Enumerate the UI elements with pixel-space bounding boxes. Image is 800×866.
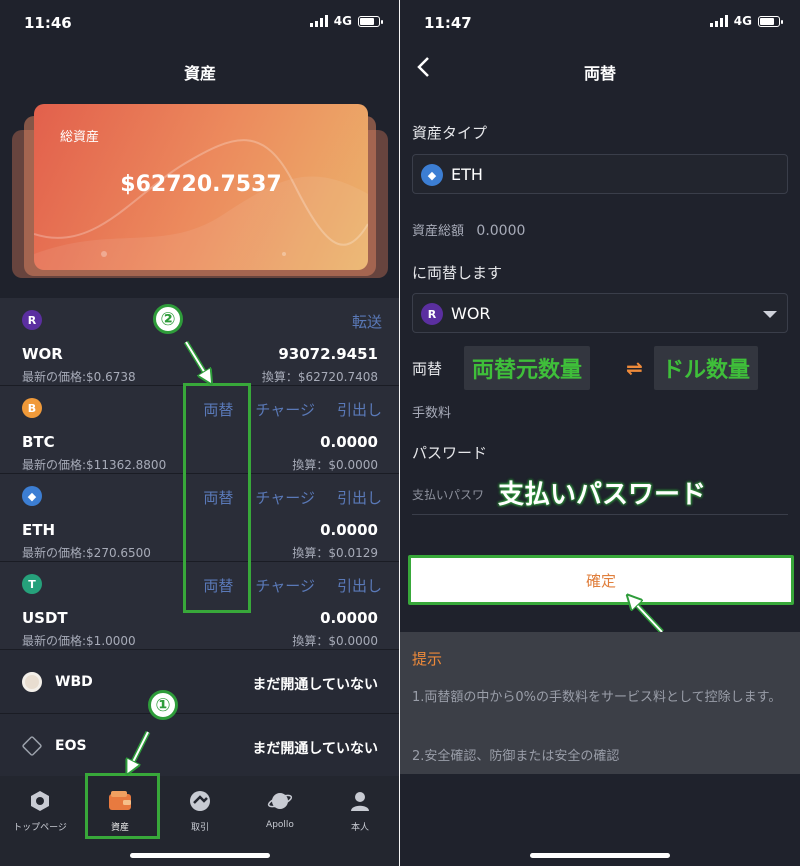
deposit-button[interactable]: チャージ bbox=[255, 399, 315, 420]
asset-total-label: 資産総額 bbox=[412, 224, 465, 239]
tab-apollo[interactable]: Apollo bbox=[240, 788, 320, 830]
coin-row-wbd[interactable]: WBD まだ開通していない bbox=[0, 650, 400, 714]
assets-screen: 11:46 4G 資産 総資産 $62720.7537 R 転送 WOR 930… bbox=[0, 0, 400, 866]
eth-coin-icon: ◆ bbox=[22, 486, 42, 506]
status-time: 11:47 bbox=[424, 14, 472, 32]
exchange-icon bbox=[187, 788, 213, 814]
bottom-tab-bar: トップページ 資産 取引 Apollo 本人 bbox=[0, 776, 400, 866]
dollar-quantity-input[interactable]: ドル数量 bbox=[654, 346, 759, 390]
step-2-badge: ② bbox=[153, 304, 183, 334]
coin-amount: 93072.9451 bbox=[278, 345, 378, 363]
network-type: 4G bbox=[333, 14, 352, 28]
hint-text-2: 2.安全確認、防御または安全の確認 bbox=[412, 749, 620, 764]
eth-coin-icon: ◆ bbox=[421, 164, 443, 186]
asset-type-value: ETH bbox=[451, 165, 483, 184]
battery-icon bbox=[758, 15, 783, 27]
coin-amount: 0.0000 bbox=[320, 609, 378, 627]
battery-icon bbox=[358, 15, 383, 27]
exchange-screen: 11:47 4G 両替 資産タイプ ◆ ETH 資産総額 0.0000 に両替し… bbox=[400, 0, 800, 866]
tab-label: Apollo bbox=[266, 820, 294, 830]
total-assets-label: 総資産 bbox=[60, 130, 100, 145]
coin-amount: 0.0000 bbox=[320, 433, 378, 451]
password-input[interactable]: 支払いパスワ bbox=[412, 486, 484, 503]
asset-total: 資産総額 0.0000 bbox=[412, 220, 525, 239]
usdt-coin-icon: T bbox=[22, 574, 42, 594]
tab-label: トップページ bbox=[13, 823, 67, 833]
coin-row-eos[interactable]: EOS まだ開通していない bbox=[0, 714, 400, 778]
wor-coin-icon: R bbox=[22, 310, 42, 330]
coin-price: 最新の価格:$270.6500 bbox=[22, 546, 151, 560]
home-indicator bbox=[130, 853, 270, 858]
coin-amount: 0.0000 bbox=[320, 521, 378, 539]
assets-tab-highlight bbox=[85, 773, 160, 839]
btc-coin-icon: B bbox=[22, 398, 42, 418]
coin-symbol: ETH bbox=[22, 521, 56, 539]
coin-symbol: USDT bbox=[22, 609, 68, 627]
withdraw-button[interactable]: 引出し bbox=[337, 399, 382, 420]
transfer-button[interactable]: 転送 bbox=[352, 311, 382, 332]
home-indicator bbox=[530, 853, 670, 858]
withdraw-button[interactable]: 引出し bbox=[337, 575, 382, 596]
signal-icon bbox=[309, 15, 328, 27]
confirm-button[interactable]: 確定 bbox=[408, 555, 794, 605]
exchange-amount-label: 両替 bbox=[412, 360, 443, 378]
fee-label: 手数料 bbox=[412, 406, 452, 421]
asset-total-value: 0.0000 bbox=[476, 223, 526, 239]
coin-price: 最新の価格:$11362.8800 bbox=[22, 458, 167, 472]
coin-symbol: WBD bbox=[55, 674, 93, 690]
convert-to-label: に両替します bbox=[412, 264, 503, 282]
coin-conversion: 換算：$0.0000 bbox=[292, 634, 378, 648]
eos-coin-icon bbox=[21, 735, 43, 757]
tab-home[interactable]: トップページ bbox=[0, 788, 80, 833]
password-label: パスワード bbox=[412, 444, 488, 462]
deposit-button[interactable]: チャージ bbox=[255, 575, 315, 596]
tab-label: 本人 bbox=[350, 823, 369, 833]
source-quantity-input[interactable]: 両替元数量 bbox=[464, 346, 591, 390]
status-bar: 11:47 4G bbox=[400, 0, 800, 44]
network-type: 4G bbox=[733, 14, 752, 28]
convert-to-select[interactable]: R WOR bbox=[412, 293, 788, 333]
coin-price: 最新の価格:$1.0000 bbox=[22, 634, 136, 648]
coin-row-wor[interactable]: R 転送 WOR 93072.9451 最新の価格:$0.6738 換算：$62… bbox=[0, 298, 400, 386]
password-annotation: 支払いパスワード bbox=[498, 480, 707, 510]
coin-conversion: 換算：$62720.7408 bbox=[261, 370, 378, 384]
coin-conversion: 換算：$0.0000 bbox=[292, 458, 378, 472]
total-assets-card[interactable]: 総資産 $62720.7537 bbox=[12, 104, 388, 286]
asset-type-select[interactable]: ◆ ETH bbox=[412, 154, 788, 194]
coin-symbol: EOS bbox=[55, 738, 87, 754]
page-title: 両替 bbox=[583, 64, 616, 83]
tab-label: 取引 bbox=[190, 823, 209, 833]
total-assets-value: $62720.7537 bbox=[120, 172, 282, 197]
signal-icon bbox=[709, 15, 728, 27]
coin-status: まだ開通していない bbox=[252, 677, 378, 693]
coin-symbol: BTC bbox=[22, 433, 55, 451]
status-time: 11:46 bbox=[24, 14, 72, 32]
wor-coin-icon: R bbox=[421, 303, 443, 325]
tab-trade[interactable]: 取引 bbox=[160, 788, 240, 833]
deposit-button[interactable]: チャージ bbox=[255, 487, 315, 508]
hint-title: 提示 bbox=[412, 650, 443, 668]
page-title: 資産 bbox=[183, 64, 216, 83]
hexagon-icon bbox=[27, 788, 53, 814]
hint-text-1: 1.両替額の中から0%の手数料をサービス料として控除します。 bbox=[412, 690, 782, 705]
hint-panel: 提示 1.両替額の中から0%の手数料をサービス料として控除します。 2.安全確認… bbox=[400, 632, 800, 774]
coin-symbol: WOR bbox=[22, 345, 63, 363]
tab-profile[interactable]: 本人 bbox=[320, 788, 400, 833]
withdraw-button[interactable]: 引出し bbox=[337, 487, 382, 508]
chevron-down-icon bbox=[763, 311, 777, 318]
asset-type-label: 資産タイプ bbox=[412, 124, 488, 142]
coin-conversion: 換算：$0.0129 bbox=[292, 546, 378, 560]
user-icon bbox=[347, 788, 373, 814]
swap-icon: ⇌ bbox=[626, 356, 643, 380]
exchange-buttons-highlight bbox=[183, 383, 251, 613]
coin-price: 最新の価格:$0.6738 bbox=[22, 370, 136, 384]
wbd-coin-icon bbox=[22, 672, 42, 692]
step-1-badge: ① bbox=[148, 690, 178, 720]
status-bar: 11:46 4G bbox=[0, 0, 400, 44]
convert-to-value: WOR bbox=[451, 304, 491, 323]
coin-status: まだ開通していない bbox=[252, 741, 378, 757]
planet-icon bbox=[267, 788, 293, 814]
